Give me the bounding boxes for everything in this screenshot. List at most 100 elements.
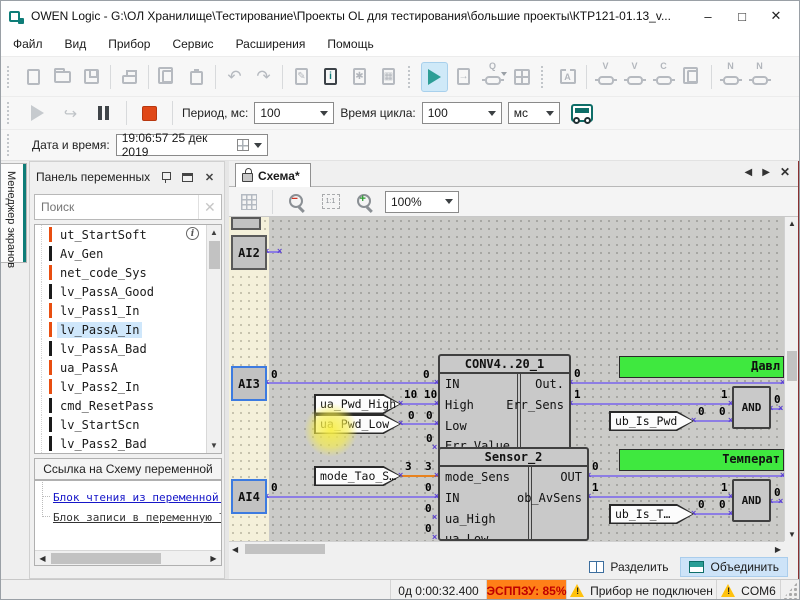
output-q-block-icon[interactable]: Q: [479, 62, 506, 92]
menu-item-4[interactable]: Сервис: [172, 37, 213, 51]
wire[interactable]: [694, 513, 732, 515]
variable-item[interactable]: ua_PassA: [35, 358, 221, 377]
cycle-time-combobox[interactable]: 100: [422, 102, 502, 124]
variable-item[interactable]: lv_Pass2_In: [35, 377, 221, 396]
variable-item[interactable]: lv_PassA_In: [35, 320, 221, 339]
zoom-out-icon[interactable]: −: [283, 187, 310, 217]
scroll-up-icon[interactable]: ▲: [207, 225, 221, 240]
close-button[interactable]: ✕: [759, 4, 793, 28]
menu-item-1[interactable]: Файл: [13, 37, 43, 51]
resize-grip[interactable]: [781, 580, 799, 600]
wire[interactable]: [571, 382, 784, 384]
tag-mode_Tao_S[interactable]: mode_Tao_S…: [314, 466, 401, 486]
cycle-unit-combobox[interactable]: мс: [508, 102, 560, 124]
variable-item[interactable]: lv_Pass1_In: [35, 301, 221, 320]
io-block-AI4[interactable]: AI4: [231, 479, 267, 514]
reference-link[interactable]: Блок записи в переменную lv: [53, 511, 222, 524]
write-to-device-icon[interactable]: ✎: [288, 62, 315, 92]
io-block-AI2[interactable]: AI2: [231, 235, 267, 270]
io-block-clipped[interactable]: [231, 217, 261, 230]
restore-icon[interactable]: [179, 169, 196, 185]
new-project-icon[interactable]: [20, 62, 47, 92]
sim-stop-button[interactable]: [136, 98, 163, 128]
reference-hscrollbar[interactable]: ◀ ▶: [35, 550, 221, 565]
variable-item[interactable]: lv_Pass2_Bad: [35, 434, 221, 453]
toolbar-grip[interactable]: [408, 66, 415, 88]
device-settings-icon[interactable]: ✱: [346, 62, 373, 92]
scroll-up-icon[interactable]: ▲: [788, 219, 796, 228]
variable-item[interactable]: lv_PassA_Good: [35, 282, 221, 301]
canvas-vscrollbar[interactable]: ▲ ▼: [784, 217, 798, 541]
variable-item[interactable]: lv_PassA_Bad: [35, 339, 221, 358]
toolbar-grip[interactable]: [7, 66, 14, 88]
variable-item[interactable]: lv_StartScn: [35, 415, 221, 434]
input-variable-block-icon[interactable]: V: [592, 62, 619, 92]
scroll-down-icon[interactable]: ▼: [788, 530, 796, 539]
output-variable-block-icon[interactable]: V: [621, 62, 648, 92]
zoom-fit-icon[interactable]: 1:1: [317, 187, 344, 217]
clear-search-icon[interactable]: ✕: [198, 195, 221, 219]
tag-ub_Is_T[interactable]: ub_Is_T…: [609, 504, 694, 524]
scroll-down-icon[interactable]: ▼: [207, 438, 221, 453]
scrollbar-thumb[interactable]: [245, 544, 325, 554]
tabs-next-icon[interactable]: ▶: [762, 167, 770, 178]
zoom-in-icon[interactable]: +: [351, 187, 378, 217]
merge-button[interactable]: Объединить: [680, 557, 788, 577]
wire[interactable]: [589, 475, 784, 477]
undo-icon[interactable]: ↶: [221, 62, 248, 92]
screens-manager-tab[interactable]: Менеджер экранов: [1, 163, 27, 263]
block-stack-icon[interactable]: [679, 62, 706, 92]
print-icon[interactable]: [116, 62, 143, 92]
green-comment[interactable]: Давл: [619, 356, 784, 378]
scrollbar-thumb[interactable]: [209, 241, 220, 269]
menu-item-5[interactable]: Расширения: [236, 37, 306, 51]
zoom-level-combobox[interactable]: 100%: [385, 191, 459, 213]
reference-link[interactable]: Блок чтения из переменной 1: [53, 491, 222, 504]
save-project-icon[interactable]: [78, 62, 105, 92]
scroll-left-icon[interactable]: ◀: [232, 545, 238, 554]
calendar-block-icon[interactable]: A: [554, 62, 581, 92]
sim-play-button[interactable]: [24, 98, 51, 128]
green-comment[interactable]: Температ: [619, 449, 784, 471]
search-input[interactable]: [35, 195, 198, 219]
wire[interactable]: [401, 403, 438, 405]
variables-scrollbar[interactable]: ▲ ▼: [206, 225, 221, 453]
io-block-AI3[interactable]: AI3: [231, 366, 267, 401]
and-block[interactable]: AND: [732, 386, 771, 429]
variables-table-icon[interactable]: ▦: [375, 62, 402, 92]
menu-item-2[interactable]: Вид: [65, 37, 87, 51]
scroll-right-icon[interactable]: ▶: [775, 545, 781, 554]
upload-to-device-icon[interactable]: →: [450, 62, 477, 92]
sim-step-button[interactable]: ↪: [57, 98, 84, 128]
datetime-field[interactable]: 19:06:57 25 дек 2019: [116, 134, 268, 156]
canvas-hscrollbar[interactable]: ◀ ▶: [229, 541, 784, 555]
input-network-block-icon[interactable]: N: [717, 62, 744, 92]
pin-icon[interactable]: [157, 169, 174, 185]
maximize-button[interactable]: □: [725, 4, 759, 28]
tabs-prev-icon[interactable]: ◀: [745, 167, 753, 178]
constant-block-icon[interactable]: C: [650, 62, 677, 92]
toolbar-grip[interactable]: [7, 102, 14, 124]
wire[interactable]: [571, 403, 732, 405]
close-panel-icon[interactable]: ✕: [201, 169, 218, 185]
function-block-CONV4..20_1[interactable]: CONV4..20_1INHighLowErr_ValueOut.Err_Sen…: [438, 354, 571, 455]
menu-item-3[interactable]: Прибор: [108, 37, 150, 51]
grid-toggle-icon[interactable]: [235, 187, 262, 217]
start-simulation-icon[interactable]: [421, 62, 448, 92]
info-icon[interactable]: i: [186, 227, 199, 240]
variable-item[interactable]: Av_Gen: [35, 244, 221, 263]
wire[interactable]: [401, 423, 438, 425]
minimize-button[interactable]: –: [691, 4, 725, 28]
wire[interactable]: [267, 382, 438, 384]
function-block-Sensor_2[interactable]: Sensor_2mode_SensINua_Highua_LowOUTob_Av…: [438, 447, 589, 541]
tab-schema[interactable]: Схема*: [235, 163, 311, 187]
io-grid-block-icon[interactable]: [508, 62, 535, 92]
sim-pause-button[interactable]: [90, 98, 117, 128]
wire[interactable]: [401, 475, 438, 477]
scheme-canvas[interactable]: ДавлТемперат××××××××××××××××××××××××××××…: [229, 217, 784, 541]
menu-item-6[interactable]: Помощь: [327, 37, 373, 51]
scrollbar-thumb[interactable]: [787, 351, 797, 381]
variable-item[interactable]: cmd_ResetPass: [35, 396, 221, 415]
device-information-icon[interactable]: i: [317, 62, 344, 92]
variable-item[interactable]: net_code_Sys: [35, 263, 221, 282]
